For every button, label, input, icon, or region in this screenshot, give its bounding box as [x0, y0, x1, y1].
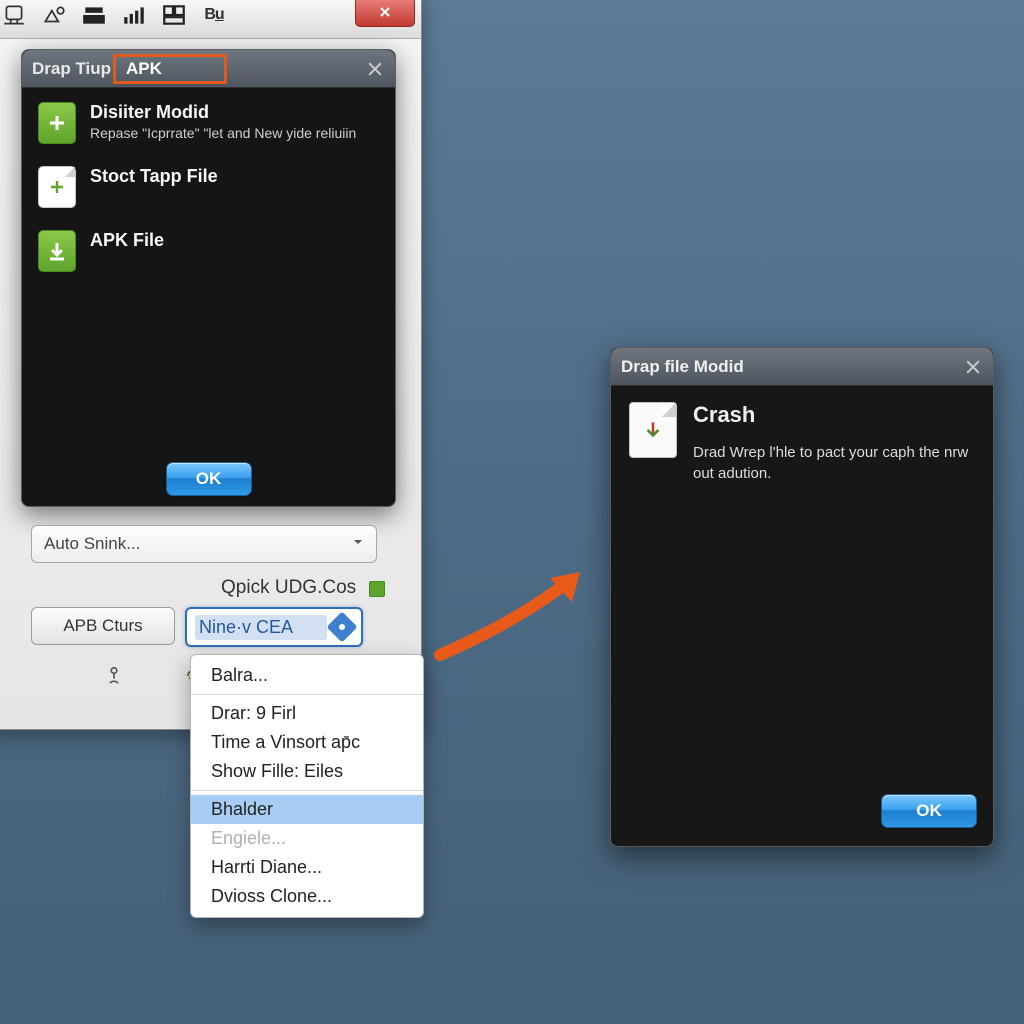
modal1-title-highlight: APK: [113, 54, 227, 84]
modal2-titlebar: Drap file Modid: [611, 348, 993, 386]
menu-item[interactable]: Drar: 9 Firl: [191, 699, 423, 728]
modal2-footer: OK: [611, 780, 993, 846]
nine-select-field[interactable]: Nine·v CEA: [185, 607, 363, 647]
list-item-title: Disiiter Modid: [90, 102, 356, 123]
list-item-title: APK File: [90, 230, 164, 251]
chevron-down-icon: [350, 534, 366, 555]
context-menu: Balra... Drar: 9 Firl Time a Vinsort ap̄…: [190, 654, 424, 918]
menu-item[interactable]: Dvioss Clone...: [191, 882, 423, 911]
menu-item[interactable]: Harrti Diane...: [191, 853, 423, 882]
modal1-footer: OK: [22, 452, 395, 506]
lower-icon-row: [103, 665, 203, 692]
modal1-titlebar: Drap Tiup APK: [22, 50, 395, 88]
modal2-title: Drap file Modid: [621, 357, 744, 377]
menu-item-disabled: Engiele...: [191, 824, 423, 853]
device-icon: [1, 2, 27, 28]
app-window: Bu Drap Tiup APK Disiiter Modid Repase "…: [0, 0, 422, 730]
menu-item[interactable]: Balra...: [191, 661, 423, 690]
list-item[interactable]: APK File: [38, 230, 379, 272]
list-item-subtitle: Repase "Icprrate" "let and New yide reli…: [90, 125, 356, 143]
list-item[interactable]: Disiiter Modid Repase "Icprrate" "let an…: [38, 102, 379, 144]
quick-label: Qpick UDG.Cos: [221, 577, 356, 599]
drap-file-modal: Drap file Modid Crash Drad Wrep l'hle to…: [610, 347, 994, 847]
auto-snink-combo[interactable]: Auto Snink...: [31, 525, 377, 563]
modal2-body: Crash Drad Wrep l'hle to pact your caph …: [611, 386, 993, 780]
text-bold-icon: Bu: [201, 2, 227, 28]
window-close-button[interactable]: [355, 0, 415, 27]
status-badge: [369, 581, 385, 597]
combo-label: Auto Snink...: [44, 534, 140, 554]
layout-icon: [161, 2, 187, 28]
transition-arrow: [430, 560, 600, 670]
menu-separator: [191, 694, 423, 695]
tree-icon[interactable]: [103, 665, 125, 692]
list-item[interactable]: Stoct Tapp File: [38, 166, 379, 208]
shapes-icon: [41, 2, 67, 28]
dropdown-diamond-icon: [326, 611, 357, 642]
close-icon[interactable]: [365, 59, 385, 79]
menu-separator: [191, 790, 423, 791]
file-icon: [629, 402, 677, 458]
titlebar: Bu: [0, 0, 421, 39]
list-item-title: Stoct Tapp File: [90, 166, 218, 187]
download-icon: [38, 230, 76, 272]
file-icon: [38, 166, 76, 208]
drap-tiup-modal: Drap Tiup APK Disiiter Modid Repase "Icp…: [21, 49, 396, 507]
modal2-text: Drad Wrep l'hle to pact your caph the nr…: [693, 442, 975, 484]
modal2-heading: Crash: [693, 402, 975, 428]
select-value: Nine·v CEA: [195, 615, 327, 640]
menu-item-selected[interactable]: Bhalder: [191, 795, 423, 824]
apb-cturs-button[interactable]: APB Cturs: [31, 607, 175, 645]
modal1-title-prefix: Drap Tiup: [32, 59, 111, 79]
ok-button[interactable]: OK: [166, 462, 252, 496]
menu-item[interactable]: Time a Vinsort ap̄c: [191, 728, 423, 757]
modal1-body: Disiiter Modid Repase "Icprrate" "let an…: [22, 88, 395, 452]
plus-icon: [38, 102, 76, 144]
close-icon[interactable]: [963, 357, 983, 377]
stack-icon: [81, 2, 107, 28]
ok-button[interactable]: OK: [881, 794, 977, 828]
signal-icon: [121, 2, 147, 28]
menu-item[interactable]: Show Fille: Eiles: [191, 757, 423, 786]
